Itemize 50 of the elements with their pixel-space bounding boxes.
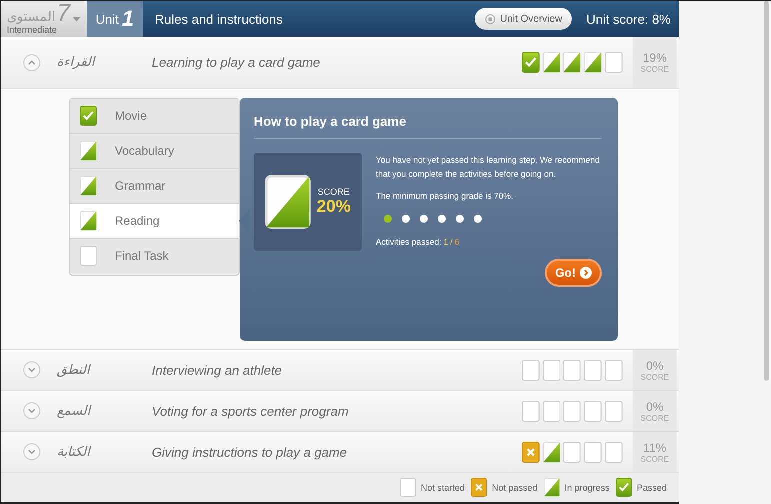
skill-label: النطق (57, 362, 92, 378)
target-icon (485, 14, 496, 24)
unit-overview-button[interactable]: Unit Overview (475, 8, 572, 30)
card-title: How to play a card game (254, 114, 602, 139)
passing-grade-text: The minimum passing grade is 70%. (376, 191, 514, 201)
unit-score: Unit score: 8% (586, 12, 671, 26)
unit-number: 1 (122, 6, 134, 32)
activities-label: Activities passed: (376, 237, 442, 247)
lesson-score: 19% (642, 51, 668, 65)
lesson-title[interactable]: Giving instructions to play a game (152, 444, 522, 460)
level-name: Intermediate (7, 25, 58, 35)
unit-title: Rules and instructions (155, 12, 284, 26)
go-button[interactable]: Go! (545, 259, 602, 287)
lesson-title[interactable]: Interviewing an athlete (152, 362, 522, 378)
unit-label: Unit (96, 12, 119, 26)
caret-icon (73, 16, 81, 22)
legend-label: Not passed (492, 482, 538, 492)
activities-total: 6 (454, 237, 460, 247)
lesson-score: 11% (643, 440, 667, 454)
skill-label: القراءة (57, 55, 97, 70)
in-progress-icon (265, 175, 311, 229)
lesson-title[interactable]: Learning to play a card game (152, 55, 522, 70)
lesson-score: 0% (646, 358, 664, 372)
step-item[interactable]: Vocabulary (70, 134, 239, 169)
legend-label: Passed (636, 482, 667, 492)
score-label: SCORE (640, 454, 670, 464)
legend-label: Not started (420, 482, 465, 492)
separator: / (450, 237, 453, 247)
skill-label: الكتابة (57, 444, 92, 460)
lesson-score: 0% (646, 400, 664, 414)
score-label: SCORE (318, 187, 350, 197)
step-item[interactable]: Movie (70, 99, 239, 134)
step-item[interactable]: Final Task (70, 239, 239, 273)
step-item[interactable]: Grammar (70, 169, 239, 204)
scrollbar[interactable] (764, 1, 769, 381)
expand-icon[interactable] (23, 402, 41, 420)
score-label: SCORE (640, 414, 670, 422)
collapse-icon[interactable] (23, 54, 41, 72)
level-number: 7 (57, 3, 70, 25)
level-label: المستوى (7, 9, 56, 25)
legend-label: In progress (564, 482, 610, 492)
expand-icon[interactable] (23, 443, 41, 461)
step-score: 20% (316, 197, 351, 217)
recommendation-text: You have not yet passed this learning step. We recommend that you complete the activities before going on. (376, 154, 601, 181)
score-label: SCORE (640, 372, 670, 382)
skill-label: السمع (57, 404, 93, 418)
activities-passed: 1 (444, 237, 448, 247)
lesson-title[interactable]: Voting for a sports center program (152, 404, 522, 418)
expand-icon[interactable] (23, 361, 41, 379)
score-label: SCORE (640, 65, 670, 74)
